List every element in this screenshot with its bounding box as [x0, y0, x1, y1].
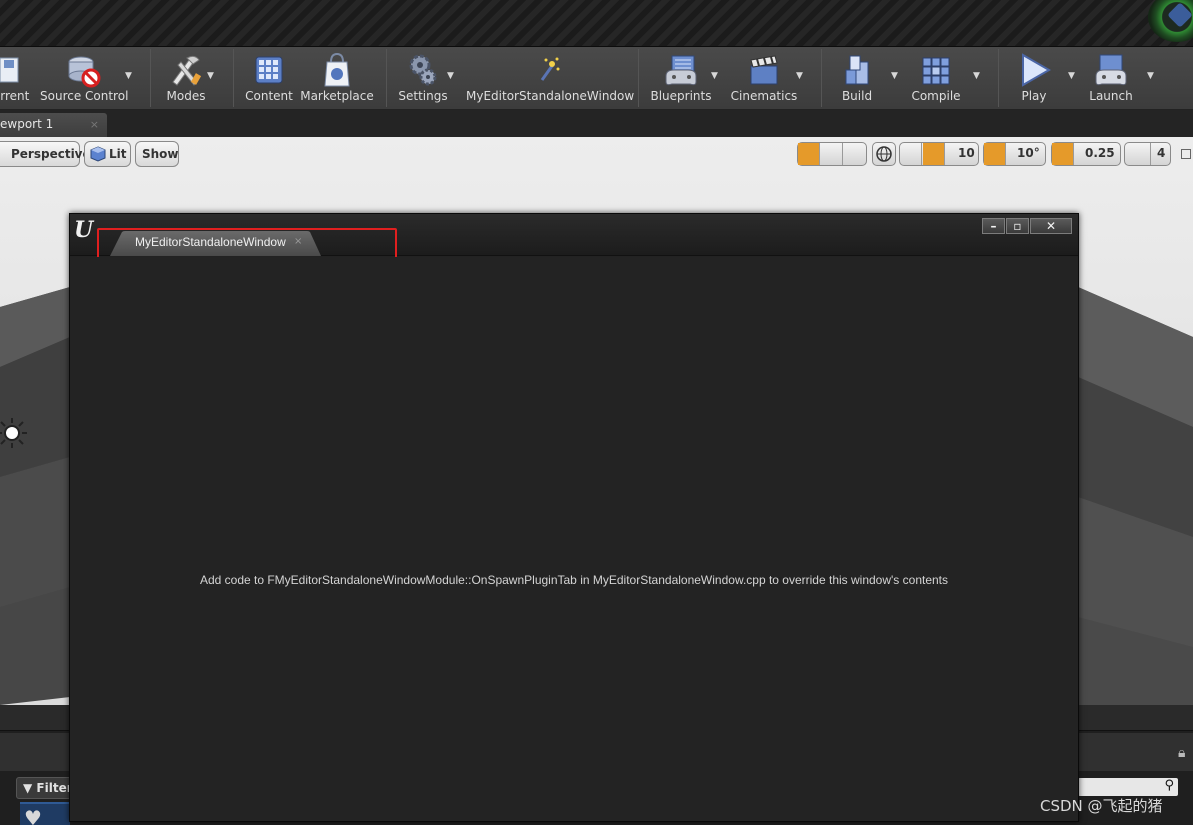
settings-dropdown-icon[interactable]: ▼: [447, 71, 454, 81]
standalone-window: U MyEditorStandaloneWindow × – ▫ ✕ Add c…: [69, 213, 1079, 822]
play-icon: [1022, 53, 1052, 87]
toolbar-separator: [386, 49, 387, 107]
grid-snap-icon[interactable]: [923, 143, 945, 165]
rotation-snap-group: 10°: [983, 142, 1046, 166]
perspective-button[interactable]: Perspective: [0, 141, 91, 167]
window-title-bar[interactable]: U MyEditorStandaloneWindow × – ▫ ✕: [70, 214, 1078, 274]
show-label: Show: [142, 147, 179, 161]
title-strip: [0, 0, 1193, 47]
play-button[interactable]: Play: [1008, 47, 1060, 109]
cinematics-clapper-icon: [750, 55, 778, 85]
window-content: Add code to FMyEditorStandaloneWindowMod…: [70, 257, 1078, 821]
rotation-snap-icon[interactable]: [984, 143, 1006, 165]
show-button[interactable]: Show: [135, 141, 179, 167]
search-icon: ⚲: [1164, 778, 1174, 793]
surface-snap-icon[interactable]: [900, 143, 922, 165]
rotate-tool-icon[interactable]: [821, 143, 843, 165]
modes-icon: [172, 55, 202, 86]
world-local-toggle[interactable]: [872, 142, 896, 166]
camera-speed-value[interactable]: 4: [1157, 146, 1165, 160]
lit-cube-icon: [90, 146, 106, 162]
viewport-tab-label: ewport 1: [0, 117, 54, 131]
blueprints-icon: [665, 55, 697, 86]
close-button[interactable]: ✕: [1030, 218, 1072, 234]
globe-icon: [876, 146, 892, 162]
maximize-button[interactable]: ▫: [1006, 218, 1029, 234]
play-dropdown-icon[interactable]: ▼: [1068, 71, 1075, 81]
viewport-tab-close-icon[interactable]: ×: [90, 118, 99, 131]
scale-tool-icon[interactable]: [844, 143, 866, 165]
modes-dropdown-icon[interactable]: ▼: [207, 71, 214, 81]
directional-light-icon[interactable]: [0, 417, 28, 449]
toolbar-separator: [233, 49, 234, 107]
watermark: CSDN @飞起的猪: [1040, 797, 1163, 815]
maximize-icon: ▫: [1013, 219, 1022, 233]
grid-snap-group: 10: [899, 142, 979, 166]
toolbar-separator: [638, 49, 639, 107]
cinematics-button[interactable]: Cinematics: [728, 47, 800, 109]
settings-gear-icon: [409, 54, 437, 86]
scale-snap-value[interactable]: 0.25: [1085, 146, 1115, 160]
compile-dropdown-icon[interactable]: ▼: [973, 71, 980, 81]
settings-button[interactable]: Settings: [394, 47, 452, 109]
lit-button[interactable]: Lit: [84, 141, 131, 167]
compile-button[interactable]: Compile: [904, 47, 968, 109]
launch-dropdown-icon[interactable]: ▼: [1147, 71, 1154, 81]
save-current-icon: [0, 57, 19, 83]
toolbar-separator: [150, 49, 151, 107]
cinematics-dropdown-icon[interactable]: ▼: [796, 71, 803, 81]
content-browser-icon: [255, 56, 283, 84]
build-icon: [845, 55, 869, 85]
scale-snap-group: 0.25: [1051, 142, 1121, 166]
app-status-orb[interactable]: [1148, 0, 1193, 42]
toolbar-separator: [998, 49, 999, 107]
asset-search-input[interactable]: ⚲: [1078, 778, 1178, 796]
maximize-viewport-icon[interactable]: [1181, 149, 1191, 159]
main-toolbar: urrent Source Control ▼ Modes ▼ Content …: [0, 47, 1193, 110]
modes-button[interactable]: Modes: [158, 47, 214, 109]
close-icon: ✕: [1045, 219, 1057, 233]
minimize-icon: –: [990, 219, 997, 233]
window-controls: – ▫ ✕: [982, 218, 1073, 234]
toolbar-separator: [821, 49, 822, 107]
camera-speed-group: 4: [1124, 142, 1171, 166]
plugin-wand-icon: [540, 57, 560, 81]
lit-label: Lit: [109, 147, 127, 161]
minimize-button[interactable]: –: [982, 218, 1005, 234]
scale-snap-icon[interactable]: [1052, 143, 1074, 165]
unreal-logo-icon: U: [74, 217, 94, 243]
tab-viewport-1[interactable]: ewport 1 ×: [0, 113, 107, 137]
content-button[interactable]: Content: [240, 47, 298, 109]
camera-speed-icon[interactable]: [1125, 143, 1151, 165]
transform-tools-group: [797, 142, 867, 166]
placeholder-message: Add code to FMyEditorStandaloneWindowMod…: [199, 573, 949, 587]
perspective-label: Perspective: [11, 147, 91, 161]
grid-snap-value[interactable]: 10: [958, 146, 975, 160]
blueprints-dropdown-icon[interactable]: ▼: [711, 71, 718, 81]
level-editor-tabs: ewport 1 ×: [0, 110, 1193, 137]
my-editor-standalone-window-button[interactable]: MyEditorStandaloneWindow: [466, 47, 634, 109]
compile-cubes-icon: [922, 57, 950, 85]
launch-button[interactable]: Launch: [1084, 47, 1138, 109]
source-control-icon: [68, 56, 101, 88]
asset-thumbnail[interactable]: ♥: [20, 802, 70, 825]
source-control-button[interactable]: Source Control: [40, 47, 128, 109]
save-current-button[interactable]: urrent: [0, 47, 36, 109]
marketplace-icon: [324, 52, 350, 87]
blueprints-button[interactable]: Blueprints: [648, 47, 714, 109]
build-button[interactable]: Build: [830, 47, 884, 109]
rotation-snap-value[interactable]: 10°: [1017, 146, 1040, 160]
launch-icon: [1095, 54, 1127, 86]
marketplace-button[interactable]: Marketplace: [300, 47, 374, 109]
source-control-dropdown-icon[interactable]: ▼: [125, 71, 132, 81]
lock-icon[interactable]: 🔒︎: [1178, 745, 1185, 761]
build-dropdown-icon[interactable]: ▼: [891, 71, 898, 81]
translate-tool-icon[interactable]: [798, 143, 820, 165]
asset-heart-icon: ♥: [24, 806, 42, 825]
filter-funnel-icon: ▼: [23, 781, 33, 795]
